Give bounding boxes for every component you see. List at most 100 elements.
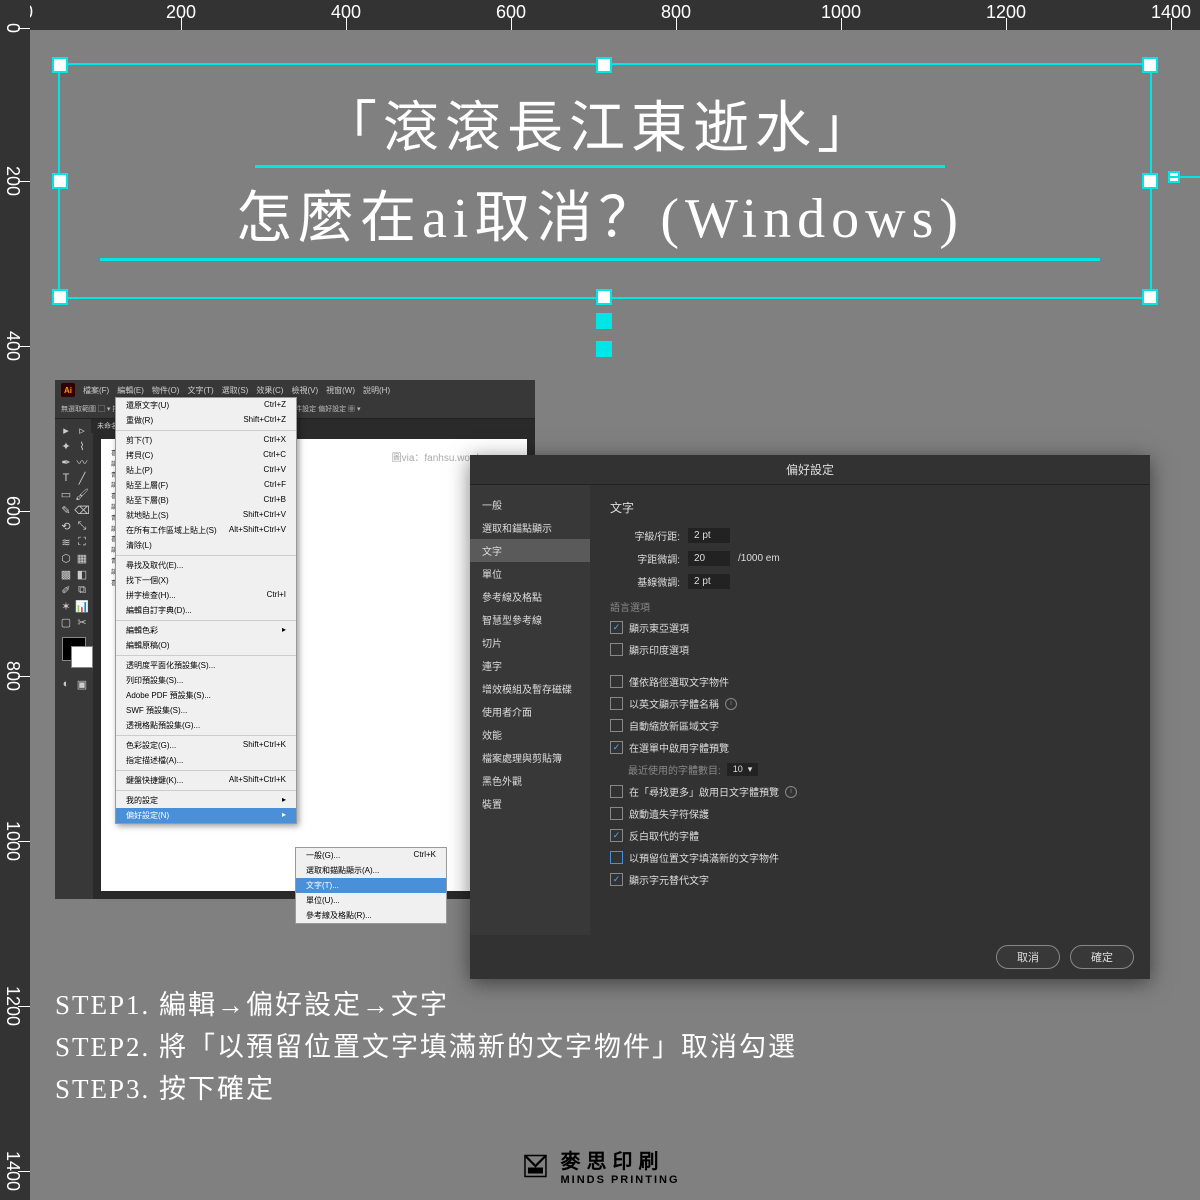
edit-menu-item[interactable]: 重做(R)Shift+Ctrl+Z bbox=[116, 413, 296, 428]
edit-menu-item[interactable]: Adobe PDF 預設集(S)... bbox=[116, 688, 296, 703]
menu-effect[interactable]: 效果(C) bbox=[256, 385, 283, 396]
edit-menu-item[interactable]: 清除(L) bbox=[116, 538, 296, 553]
checkbox[interactable] bbox=[610, 807, 623, 820]
edit-menu-item[interactable]: 透視格點預設集(G)... bbox=[116, 718, 296, 733]
edit-menu-item[interactable]: 列印預設集(S)... bbox=[116, 673, 296, 688]
scale-tool-icon[interactable]: ⤡ bbox=[75, 519, 89, 533]
tracking-input[interactable]: 20 bbox=[688, 551, 730, 566]
rect-tool-icon[interactable]: ▭ bbox=[59, 487, 73, 501]
prefs-nav-item[interactable]: 裝置 bbox=[470, 792, 590, 815]
submenu-item[interactable]: 選取和錨點顯示(A)... bbox=[296, 863, 446, 878]
prefs-nav-item[interactable]: 檔案處理與剪貼簿 bbox=[470, 746, 590, 769]
edit-menu-item[interactable]: 編輯色彩▸ bbox=[116, 623, 296, 638]
edit-menu-item[interactable]: 還原文字(U)Ctrl+Z bbox=[116, 398, 296, 413]
baseline-input[interactable]: 2 pt bbox=[688, 574, 730, 589]
recent-fonts-select[interactable]: 10 ▾ bbox=[727, 763, 759, 776]
ok-button[interactable]: 確定 bbox=[1070, 945, 1134, 969]
edit-menu-item[interactable]: 剪下(T)Ctrl+X bbox=[116, 433, 296, 448]
checkbox[interactable] bbox=[610, 697, 623, 710]
free-transform-icon[interactable]: ⛶ bbox=[75, 535, 89, 549]
prefs-nav-item[interactable]: 參考線及格點 bbox=[470, 585, 590, 608]
eraser-tool-icon[interactable]: ⌫ bbox=[75, 503, 89, 517]
stroke-swatch[interactable] bbox=[71, 646, 93, 668]
prefs-nav-item[interactable]: 增效模組及暫存磁碟 bbox=[470, 677, 590, 700]
edit-menu-item[interactable]: 貼至下層(B)Ctrl+B bbox=[116, 493, 296, 508]
checkbox[interactable] bbox=[610, 851, 623, 864]
checkbox[interactable]: ✓ bbox=[610, 829, 623, 842]
submenu-item[interactable]: 一般(G)...Ctrl+K bbox=[296, 848, 446, 863]
prefs-nav-item[interactable]: 智慧型參考線 bbox=[470, 608, 590, 631]
menu-type[interactable]: 文字(T) bbox=[187, 385, 213, 396]
prefs-nav-item[interactable]: 選取和錨點顯示 bbox=[470, 516, 590, 539]
menu-edit[interactable]: 編輯(E) bbox=[117, 385, 144, 396]
selection-tool-icon[interactable]: ▸ bbox=[59, 423, 73, 437]
edit-menu-item[interactable]: 偏好設定(N)▸ bbox=[116, 808, 296, 823]
shapebuilder-icon[interactable]: ⬡ bbox=[59, 551, 73, 565]
color-mode-icon[interactable]: ◐ bbox=[59, 677, 73, 691]
slice-tool-icon[interactable]: ✂ bbox=[75, 615, 89, 629]
type-tool-icon[interactable]: T bbox=[59, 471, 73, 485]
line-tool-icon[interactable]: ╱ bbox=[75, 471, 89, 485]
edit-menu-item[interactable]: 就地貼上(S)Shift+Ctrl+V bbox=[116, 508, 296, 523]
gradient-tool-icon[interactable]: ◧ bbox=[75, 567, 89, 581]
width-tool-icon[interactable]: ≋ bbox=[59, 535, 73, 549]
checkbox[interactable] bbox=[610, 785, 623, 798]
menu-select[interactable]: 選取(S) bbox=[222, 385, 249, 396]
symbol-spray-icon[interactable]: ✶ bbox=[59, 599, 73, 613]
perspective-icon[interactable]: ▦ bbox=[75, 551, 89, 565]
prefs-nav-item[interactable]: 效能 bbox=[470, 723, 590, 746]
submenu-item[interactable]: 文字(T)... bbox=[296, 878, 446, 893]
prefs-nav-item[interactable]: 單位 bbox=[470, 562, 590, 585]
edit-menu-item[interactable]: 在所有工作區域上貼上(S)Alt+Shift+Ctrl+V bbox=[116, 523, 296, 538]
eyedropper-tool-icon[interactable]: ✐ bbox=[59, 583, 73, 597]
edit-menu-item[interactable]: SWF 預設集(S)... bbox=[116, 703, 296, 718]
prefs-nav-item[interactable]: 連字 bbox=[470, 654, 590, 677]
edit-menu-item[interactable]: 我的設定▸ bbox=[116, 793, 296, 808]
edit-menu-item[interactable]: 色彩設定(G)...Shift+Ctrl+K bbox=[116, 738, 296, 753]
edit-menu-item[interactable]: 貼上(P)Ctrl+V bbox=[116, 463, 296, 478]
direct-select-icon[interactable]: ▹ bbox=[75, 423, 89, 437]
artboard-tool-icon[interactable]: ▢ bbox=[59, 615, 73, 629]
menu-view[interactable]: 檢視(V) bbox=[291, 385, 318, 396]
graph-tool-icon[interactable]: 📊 bbox=[75, 599, 89, 613]
info-icon[interactable]: i bbox=[785, 786, 797, 798]
checkbox[interactable] bbox=[610, 675, 623, 688]
screen-mode-icon[interactable]: ▣ bbox=[75, 677, 89, 691]
checkbox[interactable]: ✓ bbox=[610, 741, 623, 754]
prefs-nav-item[interactable]: 一般 bbox=[470, 493, 590, 516]
prefs-nav-item[interactable]: 使用者介面 bbox=[470, 700, 590, 723]
menu-object[interactable]: 物件(O) bbox=[152, 385, 180, 396]
edit-menu-item[interactable]: 編輯原稿(O) bbox=[116, 638, 296, 653]
edit-menu-item[interactable]: 指定描述檔(A)... bbox=[116, 753, 296, 768]
edit-menu-item[interactable]: 貼至上層(F)Ctrl+F bbox=[116, 478, 296, 493]
shaper-tool-icon[interactable]: ✎ bbox=[59, 503, 73, 517]
menu-help[interactable]: 說明(H) bbox=[363, 385, 390, 396]
submenu-item[interactable]: 單位(U)... bbox=[296, 893, 446, 908]
menu-window[interactable]: 視窗(W) bbox=[326, 385, 355, 396]
fill-swatch[interactable] bbox=[62, 637, 86, 661]
rotate-tool-icon[interactable]: ⟲ bbox=[59, 519, 73, 533]
checkbox[interactable] bbox=[610, 719, 623, 732]
curvature-tool-icon[interactable]: 〰 bbox=[75, 455, 89, 469]
mesh-tool-icon[interactable]: ▩ bbox=[59, 567, 73, 581]
wand-tool-icon[interactable]: ✦ bbox=[59, 439, 73, 453]
lasso-tool-icon[interactable]: ⌇ bbox=[75, 439, 89, 453]
edit-menu-item[interactable]: 尋找及取代(E)... bbox=[116, 558, 296, 573]
checkbox[interactable]: ✓ bbox=[610, 621, 623, 634]
edit-menu-item[interactable]: 找下一個(X) bbox=[116, 573, 296, 588]
edit-menu-item[interactable]: 編輯自訂字典(D)... bbox=[116, 603, 296, 618]
checkbox[interactable] bbox=[610, 643, 623, 656]
size-leading-input[interactable]: 2 pt bbox=[688, 528, 730, 543]
checkbox[interactable]: ✓ bbox=[610, 873, 623, 886]
title-text[interactable]: 「滾滾長江東逝水」 怎麼在ai取消？(Windows) bbox=[50, 85, 1150, 264]
cancel-button[interactable]: 取消 bbox=[996, 945, 1060, 969]
brush-tool-icon[interactable]: 🖌 bbox=[75, 487, 89, 501]
edit-menu-item[interactable]: 拼字檢查(H)...Ctrl+I bbox=[116, 588, 296, 603]
info-icon[interactable]: i bbox=[725, 698, 737, 710]
prefs-nav-item[interactable]: 黑色外觀 bbox=[470, 769, 590, 792]
edit-menu-item[interactable]: 拷貝(C)Ctrl+C bbox=[116, 448, 296, 463]
blend-tool-icon[interactable]: ⧉ bbox=[75, 583, 89, 597]
anchor-bottom[interactable] bbox=[596, 313, 612, 329]
edit-menu-item[interactable]: 鍵盤快捷鍵(K)...Alt+Shift+Ctrl+K bbox=[116, 773, 296, 788]
menu-file[interactable]: 檔案(F) bbox=[83, 385, 109, 396]
